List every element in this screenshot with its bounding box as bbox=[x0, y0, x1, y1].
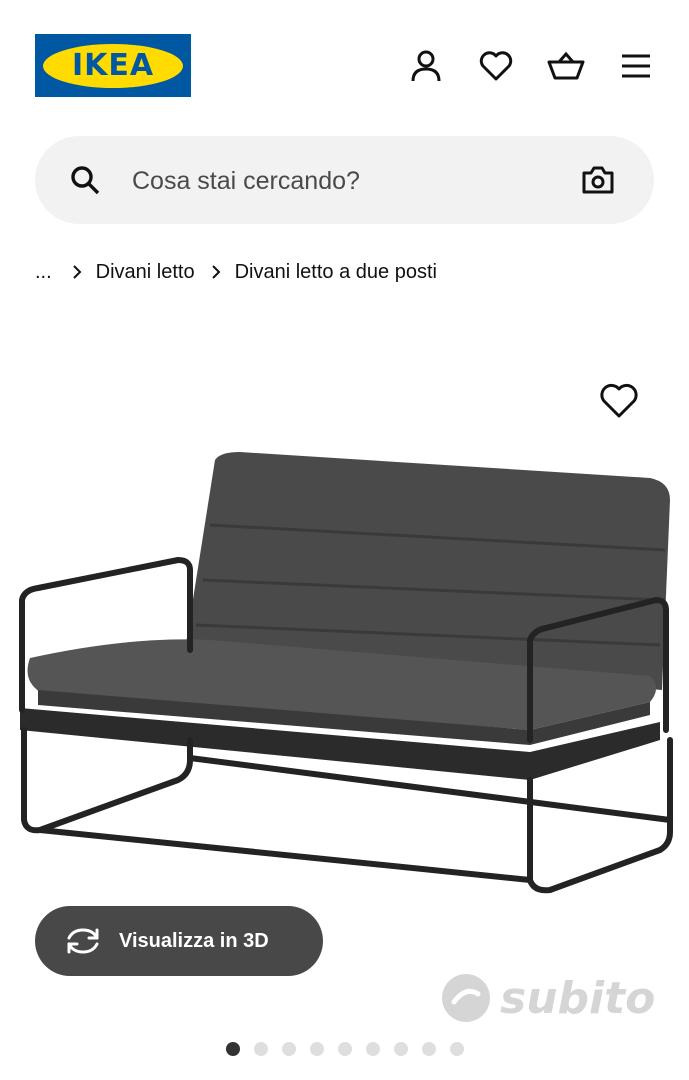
carousel-dot[interactable] bbox=[338, 1042, 352, 1056]
carousel-dot[interactable] bbox=[394, 1042, 408, 1056]
carousel-dot[interactable] bbox=[282, 1042, 296, 1056]
rotate-icon bbox=[67, 928, 99, 954]
subito-watermark: subito bbox=[440, 968, 655, 1028]
breadcrumb: ... Divani letto Divani letto a due post… bbox=[35, 257, 437, 287]
chevron-right-icon bbox=[211, 265, 221, 279]
product-image bbox=[19, 452, 673, 894]
breadcrumb-item-divani-letto[interactable]: Divani letto bbox=[96, 261, 195, 284]
carousel-dot[interactable] bbox=[450, 1042, 464, 1056]
carousel-dot[interactable] bbox=[422, 1042, 436, 1056]
breadcrumb-item-divani-letto-due-posti[interactable]: Divani letto a due posti bbox=[235, 261, 437, 284]
subito-logo-icon bbox=[442, 974, 490, 1022]
breadcrumb-ellipsis[interactable]: ... bbox=[35, 261, 52, 284]
user-icon[interactable] bbox=[404, 44, 448, 88]
watermark-text: subito bbox=[500, 972, 656, 1024]
view-in-3d-label: Visualizza in 3D bbox=[119, 929, 269, 952]
carousel-dot[interactable] bbox=[366, 1042, 380, 1056]
carousel-dot[interactable] bbox=[254, 1042, 268, 1056]
search-input[interactable] bbox=[130, 160, 564, 202]
carousel-dot[interactable] bbox=[226, 1042, 240, 1056]
search-bar[interactable] bbox=[35, 136, 654, 224]
view-in-3d-button[interactable]: Visualizza in 3D bbox=[35, 906, 323, 976]
search-icon[interactable] bbox=[69, 164, 101, 196]
carousel-dots bbox=[226, 1042, 464, 1056]
chevron-right-icon bbox=[72, 265, 82, 279]
heart-icon[interactable] bbox=[474, 44, 518, 88]
camera-icon[interactable] bbox=[581, 164, 615, 196]
heart-icon[interactable] bbox=[598, 380, 640, 422]
carousel-dot[interactable] bbox=[310, 1042, 324, 1056]
logo-text: IKEA bbox=[71, 48, 155, 83]
logo-oval: IKEA bbox=[43, 43, 183, 88]
menu-icon[interactable] bbox=[614, 44, 658, 88]
basket-icon[interactable] bbox=[544, 44, 588, 88]
ikea-logo[interactable]: IKEA bbox=[35, 34, 191, 97]
